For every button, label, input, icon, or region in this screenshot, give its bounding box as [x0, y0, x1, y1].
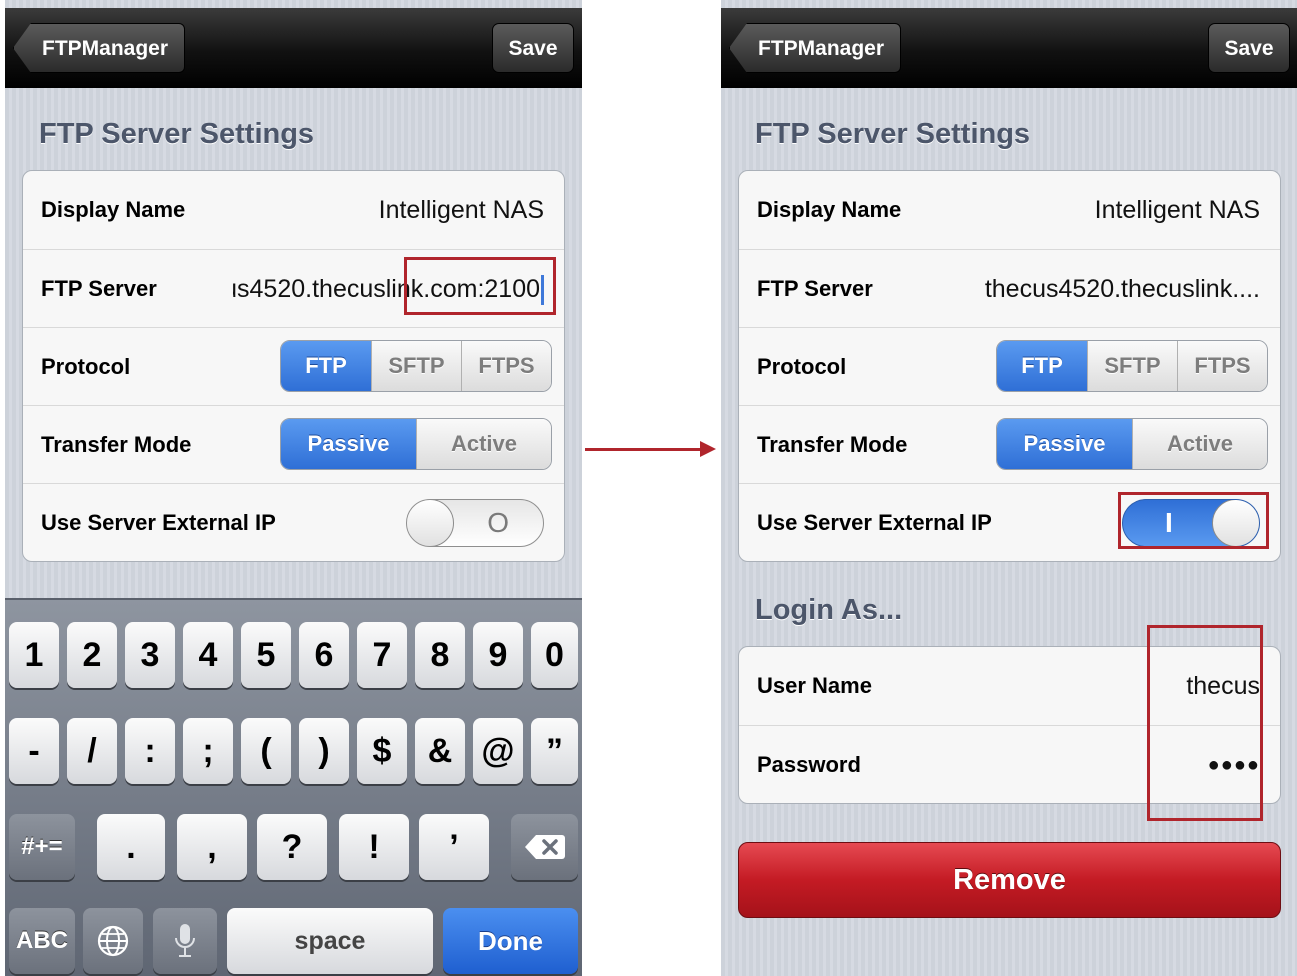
- key-colon[interactable]: :: [125, 718, 175, 784]
- transfer-mode-label: Transfer Mode: [757, 432, 908, 457]
- login-section-title: Login As...: [755, 594, 903, 626]
- key-8[interactable]: 8: [415, 622, 465, 688]
- ftp-server-label: FTP Server: [41, 276, 157, 301]
- highlight-box-external-ip: [1118, 492, 1269, 549]
- protocol-option-ftps[interactable]: FTPS: [461, 341, 551, 391]
- globe-icon: [97, 925, 129, 957]
- transfer-mode-option-active[interactable]: Active: [416, 419, 551, 469]
- display-name-label: Display Name: [757, 197, 902, 222]
- key-quote[interactable]: ”: [531, 718, 578, 784]
- remove-button[interactable]: Remove: [738, 842, 1281, 918]
- ftp-server-label: FTP Server: [757, 276, 873, 301]
- transfer-mode-segmented-control: Passive Active: [996, 418, 1268, 470]
- transfer-mode-row: Transfer Mode Passive Active: [23, 405, 564, 483]
- protocol-segmented-control: FTP SFTP FTPS: [280, 340, 552, 392]
- key-6[interactable]: 6: [299, 622, 349, 688]
- navigation-bar: FTPManager Save: [721, 8, 1297, 88]
- key-7[interactable]: 7: [357, 622, 407, 688]
- ftp-server-row[interactable]: FTP Server thecus4520.thecuslink....: [739, 249, 1280, 327]
- key-5[interactable]: 5: [241, 622, 291, 688]
- backspace-icon: [524, 835, 565, 859]
- key-question[interactable]: ?: [257, 814, 327, 880]
- protocol-label: Protocol: [41, 354, 131, 379]
- microphone-icon: [175, 924, 195, 957]
- key-1[interactable]: 1: [9, 622, 59, 688]
- navigation-bar: FTPManager Save: [5, 8, 582, 88]
- display-name-row[interactable]: Display Name Intelligent NAS: [23, 171, 564, 249]
- key-delete[interactable]: [511, 814, 578, 880]
- key-semicolon[interactable]: ;: [183, 718, 233, 784]
- save-button[interactable]: Save: [492, 23, 574, 73]
- key-slash[interactable]: /: [67, 718, 117, 784]
- key-at[interactable]: @: [473, 718, 523, 784]
- protocol-option-sftp[interactable]: SFTP: [371, 341, 461, 391]
- arrow-right-icon: [700, 441, 716, 457]
- transfer-mode-label: Transfer Mode: [41, 432, 192, 457]
- key-dictation[interactable]: [153, 908, 217, 974]
- protocol-option-ftp[interactable]: FTP: [281, 341, 371, 391]
- key-globe[interactable]: [83, 908, 143, 974]
- protocol-row: Protocol FTP SFTP FTPS: [739, 327, 1280, 405]
- key-symbols-shift[interactable]: #+=: [9, 814, 75, 880]
- display-name-value[interactable]: Intelligent NAS: [379, 171, 544, 249]
- transfer-mode-option-passive[interactable]: Passive: [281, 419, 416, 469]
- toggle-knob[interactable]: [407, 500, 454, 546]
- section-title: FTP Server Settings: [755, 118, 1031, 150]
- key-exclamation[interactable]: !: [339, 814, 409, 880]
- save-button[interactable]: Save: [1208, 23, 1290, 73]
- key-4[interactable]: 4: [183, 622, 233, 688]
- protocol-row: Protocol FTP SFTP FTPS: [23, 327, 564, 405]
- display-name-value[interactable]: Intelligent NAS: [1095, 171, 1260, 249]
- transfer-mode-option-active[interactable]: Active: [1132, 419, 1267, 469]
- protocol-option-ftp[interactable]: FTP: [997, 341, 1087, 391]
- back-button[interactable]: FTPManager: [729, 23, 902, 73]
- key-close-paren[interactable]: ): [299, 718, 349, 784]
- numeric-keyboard: 1 2 3 4 5 6 7 8 9 0 - / : ; ( ) $ & @ ” …: [5, 598, 582, 976]
- transition-arrow-line: [585, 448, 705, 451]
- transfer-mode-segmented-control: Passive Active: [280, 418, 552, 470]
- ftp-server-value[interactable]: thecus4520.thecuslink....: [985, 250, 1260, 328]
- key-dollar[interactable]: $: [357, 718, 407, 784]
- highlight-box-ftp-server: [404, 257, 556, 315]
- key-apostrophe[interactable]: ’: [419, 814, 489, 880]
- external-ip-label: Use Server External IP: [41, 510, 276, 535]
- protocol-option-sftp[interactable]: SFTP: [1087, 341, 1177, 391]
- right-phone-screen: FTPManager Save FTP Server Settings Disp…: [721, 0, 1297, 976]
- settings-group: Display Name Intelligent NAS FTP Server …: [22, 170, 565, 562]
- key-done[interactable]: Done: [443, 908, 578, 974]
- transfer-mode-option-passive[interactable]: Passive: [997, 419, 1132, 469]
- user-name-label: User Name: [757, 673, 872, 698]
- back-button[interactable]: FTPManager: [13, 23, 186, 73]
- protocol-label: Protocol: [757, 354, 847, 379]
- key-0[interactable]: 0: [531, 622, 578, 688]
- external-ip-toggle[interactable]: O: [406, 499, 544, 547]
- display-name-row[interactable]: Display Name Intelligent NAS: [739, 171, 1280, 249]
- key-3[interactable]: 3: [125, 622, 175, 688]
- key-2[interactable]: 2: [67, 622, 117, 688]
- key-space[interactable]: space: [227, 908, 433, 974]
- highlight-box-login: [1147, 625, 1263, 821]
- transfer-mode-row: Transfer Mode Passive Active: [739, 405, 1280, 483]
- toggle-off-glyph: O: [487, 507, 509, 538]
- key-abc[interactable]: ABC: [9, 908, 75, 974]
- protocol-option-ftps[interactable]: FTPS: [1177, 341, 1267, 391]
- key-open-paren[interactable]: (: [241, 718, 291, 784]
- password-label: Password: [757, 752, 861, 777]
- key-period[interactable]: .: [97, 814, 165, 880]
- left-phone-screen: FTPManager Save FTP Server Settings Disp…: [5, 0, 582, 976]
- key-hyphen[interactable]: -: [9, 718, 59, 784]
- key-ampersand[interactable]: &: [415, 718, 465, 784]
- external-ip-row: Use Server External IP O: [23, 483, 564, 561]
- key-comma[interactable]: ,: [177, 814, 247, 880]
- display-name-label: Display Name: [41, 197, 186, 222]
- section-title: FTP Server Settings: [39, 118, 315, 150]
- key-9[interactable]: 9: [473, 622, 523, 688]
- external-ip-label: Use Server External IP: [757, 510, 992, 535]
- protocol-segmented-control: FTP SFTP FTPS: [996, 340, 1268, 392]
